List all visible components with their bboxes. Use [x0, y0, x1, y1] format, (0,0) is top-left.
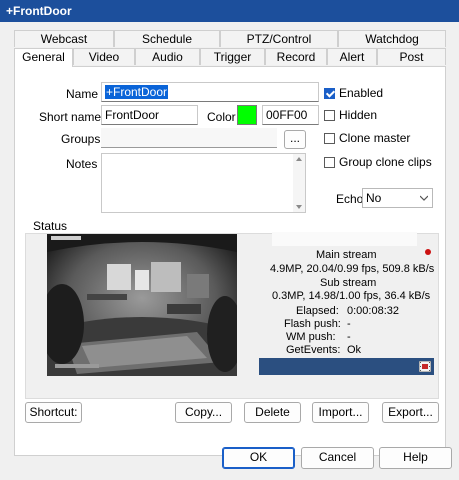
color-swatch[interactable] — [237, 105, 257, 125]
enabled-checkbox[interactable]: Enabled — [324, 86, 383, 100]
notes-label: Notes — [66, 157, 98, 171]
group-clone-clips-checkbox-box[interactable] — [324, 156, 335, 168]
sub-stream-label: Sub stream — [320, 277, 377, 289]
echo-label: Echo — [336, 192, 364, 206]
tab-webcast[interactable]: Webcast — [14, 30, 114, 47]
tab-alert[interactable]: Alert — [327, 48, 377, 65]
elapsed-label: Elapsed: — [296, 305, 339, 317]
copy-button[interactable]: Copy... — [175, 402, 232, 423]
flash-push-value: - — [347, 318, 351, 330]
stats-header-bar — [272, 232, 417, 246]
delete-button[interactable]: Delete — [244, 402, 301, 423]
camera-preview-image — [47, 234, 237, 376]
tab-trigger[interactable]: Trigger — [200, 48, 265, 65]
tab-record[interactable]: Record — [265, 48, 327, 65]
wm-push-value: - — [347, 331, 351, 343]
clone-master-label: Clone master — [339, 131, 411, 145]
short-name-label: Short name — [39, 110, 102, 124]
enabled-checkbox-box[interactable] — [324, 87, 335, 99]
window-title: +FrontDoor — [0, 0, 459, 22]
clone-master-checkbox[interactable]: Clone master — [324, 131, 410, 145]
tab-audio[interactable]: Audio — [135, 48, 200, 65]
echo-value: No — [366, 191, 382, 205]
clone-master-checkbox-box[interactable] — [324, 132, 335, 144]
hidden-label: Hidden — [339, 108, 378, 122]
tab-watchdog[interactable]: Watchdog — [338, 30, 446, 47]
notes-textarea[interactable] — [101, 153, 306, 213]
recording-indicator-icon — [425, 249, 431, 255]
name-label: Name — [66, 87, 99, 101]
short-name-field[interactable]: FrontDoor — [101, 105, 198, 125]
group-clone-clips-checkbox[interactable]: Group clone clips — [324, 155, 432, 169]
main-stream-stats: 4.9MP, 20.04/0.99 fps, 509.8 kB/s — [270, 263, 435, 275]
film-icon[interactable] — [419, 361, 431, 372]
scroll-up-icon[interactable] — [296, 157, 302, 161]
group-clone-clips-label: Group clone clips — [339, 155, 432, 169]
scroll-down-icon[interactable] — [296, 205, 302, 209]
name-value: +FrontDoor — [105, 85, 169, 99]
dialog-body: Webcast Schedule PTZ/Control Watchdog Ge… — [0, 22, 459, 480]
main-stream-label: Main stream — [316, 249, 377, 261]
elapsed-value: 0:00:08:32 — [347, 305, 399, 317]
color-hex-field[interactable]: 00FF00 — [262, 105, 319, 125]
groups-label: Groups — [61, 132, 101, 146]
camera-preview[interactable] — [47, 234, 237, 376]
color-label: Color — [207, 110, 236, 124]
sub-stream-stats: 0.3MP, 14.98/1.00 fps, 36.4 kB/s — [272, 290, 431, 302]
tab-schedule[interactable]: Schedule — [114, 30, 220, 47]
help-button[interactable]: Help — [379, 447, 452, 469]
chevron-down-icon — [420, 195, 428, 201]
enabled-label: Enabled — [339, 86, 384, 100]
notes-scrollbar[interactable] — [293, 154, 305, 212]
tab-general[interactable]: General — [14, 48, 73, 67]
status-progress-bar — [259, 358, 434, 375]
tab-post[interactable]: Post — [377, 48, 446, 65]
get-events-label: GetEvents: — [286, 344, 341, 356]
groups-browse-button[interactable]: ... — [284, 130, 306, 149]
tab-video[interactable]: Video — [73, 48, 135, 65]
flash-push-label: Flash push: — [284, 318, 341, 330]
hidden-checkbox-box[interactable] — [324, 109, 335, 121]
hidden-checkbox[interactable]: Hidden — [324, 108, 377, 122]
shortcut-button[interactable]: Shortcut: — [25, 402, 82, 423]
status-group-title: Status — [31, 219, 70, 233]
echo-select[interactable]: No — [362, 188, 433, 208]
groups-field[interactable] — [101, 128, 277, 148]
import-button[interactable]: Import... — [312, 402, 369, 423]
cancel-button[interactable]: Cancel — [301, 447, 374, 469]
wm-push-label: WM push: — [286, 331, 336, 343]
export-button[interactable]: Export... — [382, 402, 439, 423]
name-field[interactable]: +FrontDoor — [101, 82, 319, 102]
tab-ptz-control[interactable]: PTZ/Control — [220, 30, 338, 47]
ok-button[interactable]: OK — [222, 447, 295, 469]
get-events-value: Ok — [347, 344, 362, 356]
